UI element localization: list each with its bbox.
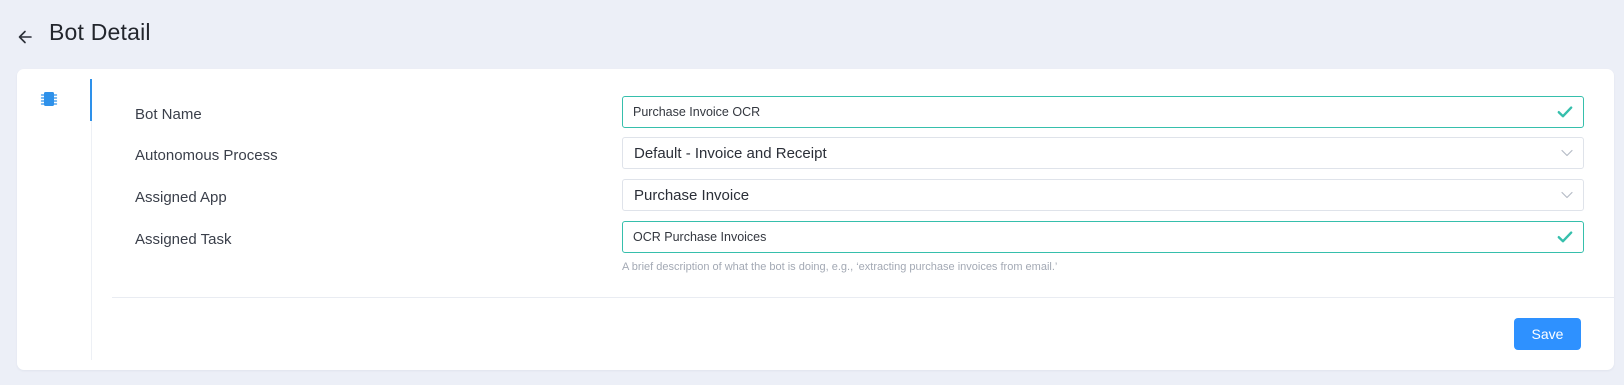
- page-title: Bot Detail: [49, 19, 151, 45]
- check-icon: [1557, 222, 1573, 252]
- chevron-down-icon: [1561, 138, 1573, 168]
- bot-name-input[interactable]: [623, 97, 1543, 127]
- tab-bot-general[interactable]: [17, 79, 92, 121]
- page-header: Bot Detail: [0, 0, 1624, 70]
- chevron-down-icon: [1561, 180, 1573, 210]
- bot-name-label: Bot Name: [135, 106, 202, 123]
- save-button[interactable]: Save: [1514, 318, 1581, 350]
- divider: [112, 297, 1614, 298]
- bot-name-field[interactable]: [622, 96, 1584, 128]
- assigned-app-select[interactable]: Purchase Invoice: [622, 179, 1584, 211]
- check-icon: [1557, 97, 1573, 127]
- assigned-app-label: Assigned App: [135, 189, 227, 206]
- back-button[interactable]: [14, 26, 36, 48]
- autonomous-process-value: Default - Invoice and Receipt: [634, 144, 827, 162]
- assigned-task-field[interactable]: [622, 221, 1584, 253]
- autonomous-process-label: Autonomous Process: [135, 147, 278, 164]
- chip-icon: [40, 92, 57, 106]
- assigned-task-help: A brief description of what the bot is d…: [622, 261, 1058, 273]
- arrow-left-icon: [18, 30, 32, 44]
- autonomous-process-select[interactable]: Default - Invoice and Receipt: [622, 137, 1584, 169]
- assigned-task-input[interactable]: [623, 222, 1543, 252]
- bot-detail-card: Bot Name Autonomous Process Default - In…: [17, 69, 1614, 370]
- assigned-app-value: Purchase Invoice: [634, 186, 750, 204]
- side-tabs: [17, 79, 92, 360]
- assigned-task-label: Assigned Task: [135, 231, 232, 248]
